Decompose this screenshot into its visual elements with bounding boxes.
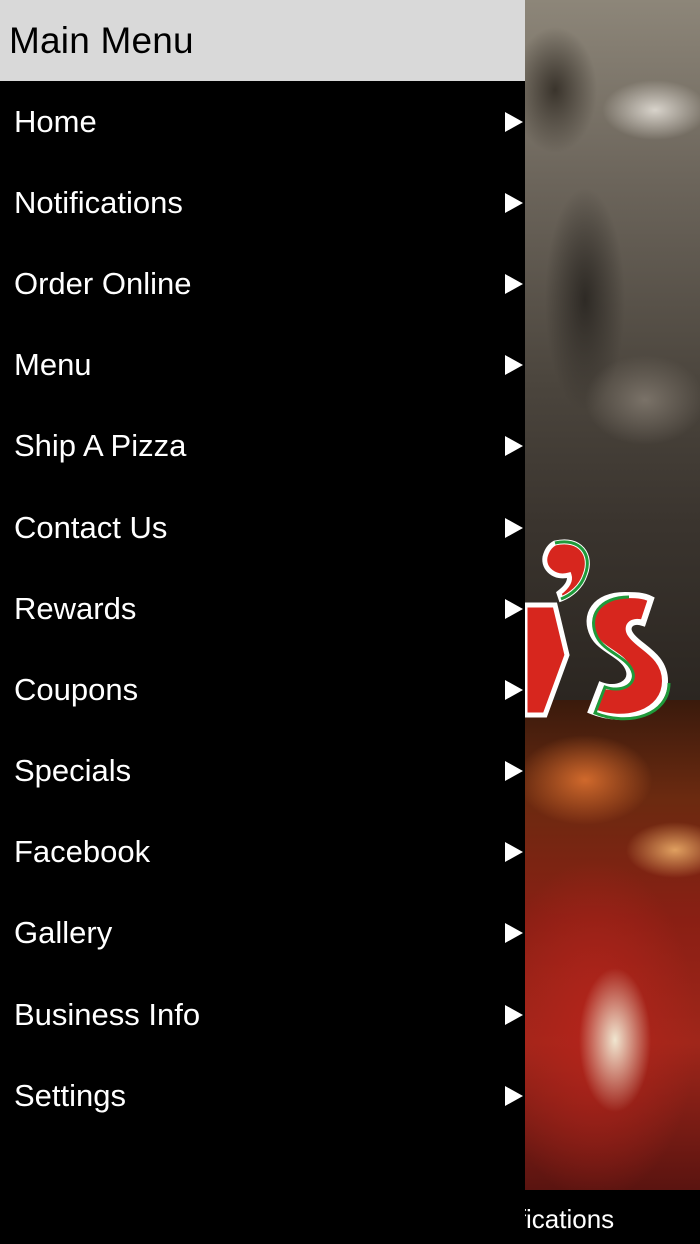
bottom-tab-bar: ifications	[525, 1192, 700, 1244]
menu-item-menu[interactable]: Menu	[0, 325, 525, 406]
menu-item-label: Rewards	[14, 590, 137, 626]
menu-item-label: Settings	[14, 1077, 127, 1113]
menu-item-label: Specials	[14, 753, 132, 789]
drawer-title: Main Menu	[9, 19, 194, 61]
play-arrow-icon	[505, 1085, 523, 1106]
menu-item-label: Facebook	[14, 834, 151, 870]
menu-item-label: Ship A Pizza	[14, 428, 187, 464]
play-arrow-icon	[505, 761, 523, 782]
drawer-header: Main Menu	[0, 0, 525, 81]
menu-item-label: Business Info	[14, 996, 201, 1032]
restaurant-logo-image	[525, 539, 671, 721]
menu-item-label: Gallery	[14, 915, 113, 951]
play-arrow-icon	[505, 355, 523, 376]
play-arrow-icon	[505, 111, 523, 132]
play-arrow-icon	[505, 1004, 523, 1025]
menu-item-notifications[interactable]: Notifications	[0, 162, 525, 243]
menu-item-rewards[interactable]: Rewards	[0, 568, 525, 649]
play-arrow-icon	[505, 273, 523, 294]
menu-item-order-online[interactable]: Order Online	[0, 243, 525, 324]
menu-item-label: Coupons	[14, 671, 139, 707]
menu-item-gallery[interactable]: Gallery	[0, 893, 525, 974]
background-content[interactable]: ifications	[525, 0, 700, 1244]
play-arrow-icon	[505, 517, 523, 538]
tab-notifications-label[interactable]: ifications	[525, 1204, 614, 1235]
menu-item-business-info[interactable]: Business Info	[0, 974, 525, 1055]
menu-item-label: Home	[14, 103, 97, 139]
menu-item-facebook[interactable]: Facebook	[0, 812, 525, 893]
menu-item-ship-a-pizza[interactable]: Ship A Pizza	[0, 406, 525, 487]
play-arrow-icon	[505, 923, 523, 944]
menu-item-label: Notifications	[14, 184, 183, 220]
menu-item-label: Contact Us	[14, 509, 168, 545]
pizza-photo-image	[525, 700, 700, 1190]
play-arrow-icon	[505, 679, 523, 700]
menu-item-label: Order Online	[14, 265, 192, 301]
menu-item-contact-us[interactable]: Contact Us	[0, 487, 525, 568]
side-drawer: Main Menu Home Notifications Order Onlin…	[0, 0, 525, 1244]
play-arrow-icon	[505, 598, 523, 619]
menu-item-home[interactable]: Home	[0, 81, 525, 162]
menu-item-settings[interactable]: Settings	[0, 1055, 525, 1136]
app-screen: ifications Main Menu Home Notifications …	[0, 0, 700, 1244]
menu-item-coupons[interactable]: Coupons	[0, 649, 525, 730]
menu-item-specials[interactable]: Specials	[0, 731, 525, 812]
play-arrow-icon	[505, 842, 523, 863]
play-arrow-icon	[505, 436, 523, 457]
menu-item-label: Menu	[14, 347, 92, 383]
play-arrow-icon	[505, 192, 523, 213]
main-menu-list: Home Notifications Order Online Menu Shi…	[0, 81, 525, 1136]
